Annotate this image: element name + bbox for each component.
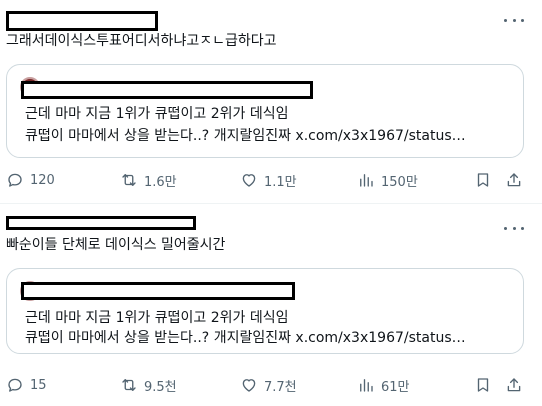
quoted-text-line-2: 큐떱이 마마에서 상을 받는다..? 개지랄임진짜 x.com/x3x1967/… bbox=[25, 128, 466, 144]
views-count: 150만 bbox=[381, 174, 418, 190]
tweet[interactable]: 그래서데이식스투표어디서하냐고ㅈㄴ급하다고 근데 마마 지금 1위가 큐떱이고 … bbox=[0, 0, 542, 204]
like-count: 1.1만 bbox=[264, 174, 297, 190]
views-count: 61만 bbox=[381, 379, 410, 395]
quoted-text-line-1: 근데 마마 지금 1위가 큐떱이고 2위가 데식임 bbox=[25, 310, 289, 326]
redacted-author-name bbox=[6, 216, 196, 230]
quoted-text-line-1: 근데 마마 지금 1위가 큐떱이고 2위가 데식임 bbox=[25, 106, 289, 122]
like-count: 7.7천 bbox=[264, 379, 297, 395]
repost-button[interactable]: 9.5천 bbox=[120, 373, 177, 397]
bookmark-icon bbox=[477, 378, 489, 392]
heart-icon bbox=[242, 174, 256, 187]
bar-chart-icon bbox=[360, 174, 373, 187]
repost-count: 1.6만 bbox=[144, 174, 177, 190]
tweet-actions: 15 9.5천 7.7천 61만 bbox=[0, 373, 542, 397]
redacted-quoted-author bbox=[21, 81, 313, 99]
share-upload-icon bbox=[507, 378, 521, 392]
more-options-icon[interactable] bbox=[504, 12, 524, 28]
bookmark-icon bbox=[477, 173, 489, 187]
views-button[interactable]: 61만 bbox=[357, 373, 410, 397]
heart-icon bbox=[242, 379, 256, 392]
reply-count: 120 bbox=[30, 172, 55, 188]
more-options-icon[interactable] bbox=[504, 220, 524, 236]
tweet-text: 빠순이들 단체로 데이식스 밀어줄시간 bbox=[6, 237, 226, 253]
share-button[interactable] bbox=[505, 168, 523, 192]
views-button[interactable]: 150만 bbox=[357, 168, 418, 192]
reply-button[interactable]: 15 bbox=[6, 373, 47, 397]
reply-button[interactable]: 120 bbox=[6, 168, 55, 192]
repost-count: 9.5천 bbox=[144, 379, 177, 395]
quoted-tweet[interactable]: 근데 마마 지금 1위가 큐떱이고 2위가 데식임 큐떱이 마마에서 상을 받는… bbox=[6, 268, 524, 354]
timeline-feed: 그래서데이식스투표어디서하냐고ㅈㄴ급하다고 근데 마마 지금 1위가 큐떱이고 … bbox=[0, 0, 542, 406]
share-button[interactable] bbox=[505, 373, 523, 397]
reply-count: 15 bbox=[30, 377, 47, 393]
speech-bubble-icon bbox=[8, 378, 22, 392]
quoted-text-line-2: 큐떱이 마마에서 상을 받는다..? 개지랄임진짜 x.com/x3x1967/… bbox=[25, 330, 466, 346]
repost-arrows-icon bbox=[122, 379, 136, 391]
like-button[interactable]: 7.7천 bbox=[240, 373, 297, 397]
repost-arrows-icon bbox=[122, 174, 136, 186]
redacted-author-name bbox=[6, 11, 158, 31]
repost-button[interactable]: 1.6만 bbox=[120, 168, 177, 192]
speech-bubble-icon bbox=[8, 173, 22, 187]
share-upload-icon bbox=[507, 173, 521, 187]
like-button[interactable]: 1.1만 bbox=[240, 168, 297, 192]
bookmark-button[interactable] bbox=[474, 373, 492, 397]
bookmark-button[interactable] bbox=[474, 168, 492, 192]
redacted-quoted-author bbox=[21, 282, 295, 300]
tweet-text: 그래서데이식스투표어디서하냐고ㅈㄴ급하다고 bbox=[6, 33, 277, 49]
quoted-tweet[interactable]: 근데 마마 지금 1위가 큐떱이고 2위가 데식임 큐떱이 마마에서 상을 받는… bbox=[6, 64, 524, 158]
bar-chart-icon bbox=[360, 379, 373, 392]
tweet-actions: 120 1.6만 1.1만 150만 bbox=[0, 168, 542, 192]
